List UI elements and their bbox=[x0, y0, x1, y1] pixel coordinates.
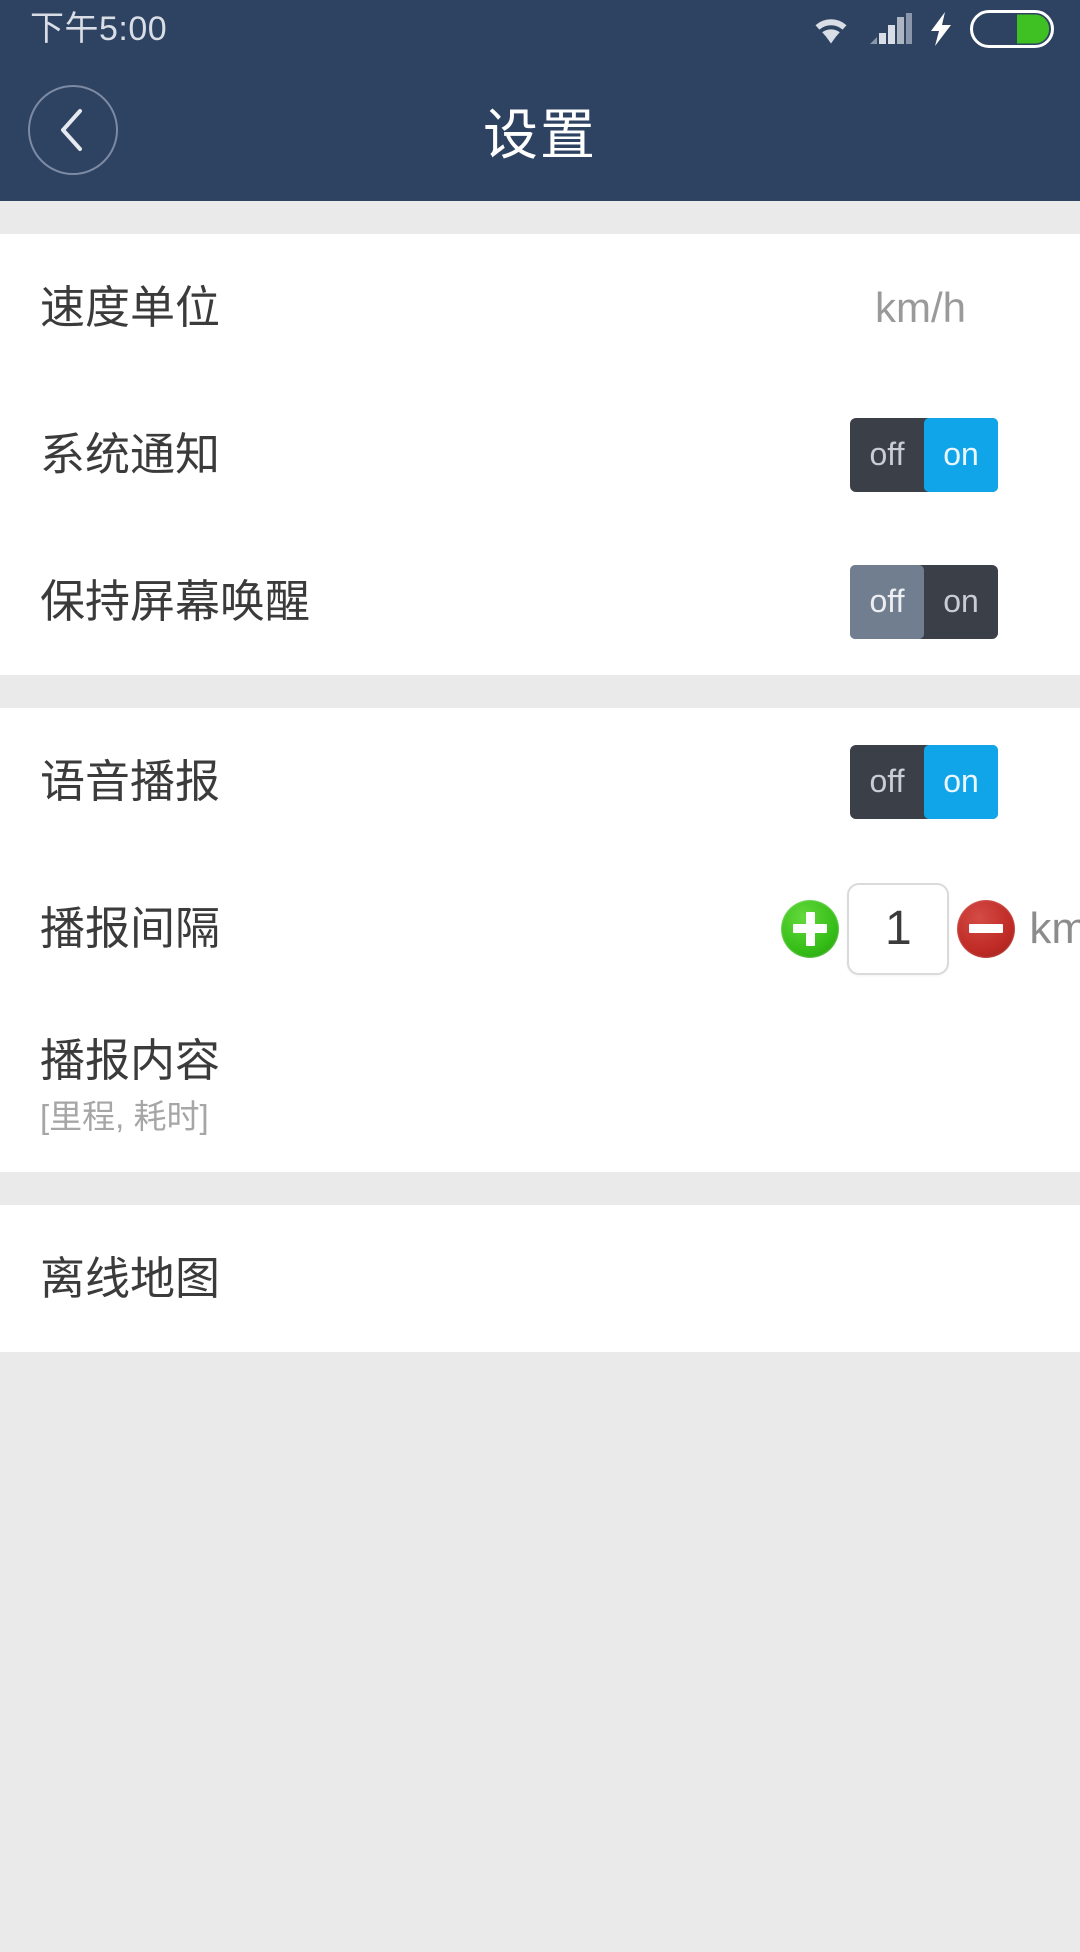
status-bar-icons bbox=[809, 10, 1054, 48]
row-broadcast-content[interactable]: 播报内容 [里程, 耗时] bbox=[0, 1002, 1080, 1172]
section-gap bbox=[0, 675, 1080, 708]
section-gap bbox=[0, 1172, 1080, 1205]
minus-bar-horizontal bbox=[969, 924, 1004, 933]
row-label: 语音播报 bbox=[40, 755, 221, 807]
status-bar: 下午5:00 bbox=[0, 0, 1080, 58]
row-left: 语音播报 bbox=[40, 756, 850, 808]
toggle-off-label[interactable]: off bbox=[850, 745, 924, 819]
row-left: 速度单位 bbox=[40, 282, 875, 334]
app-bar: 设置 bbox=[0, 58, 1080, 201]
toggle-wrap: off on bbox=[850, 744, 998, 819]
row-offline-map[interactable]: 离线地图 bbox=[0, 1205, 1080, 1352]
voice-broadcast-toggle[interactable]: off on bbox=[850, 744, 998, 819]
broadcast-interval-stepper: 1 km bbox=[781, 882, 1080, 975]
keep-screen-awake-toggle[interactable]: off on bbox=[850, 564, 998, 639]
settings-list: 速度单位 km/h 系统通知 off on 保持屏幕唤醒 off on 语音播报… bbox=[0, 201, 1080, 1952]
phone-screen: 下午5:00 设置 速度单位 km/h 系统通知 off on 保持屏幕唤醒 o… bbox=[0, 0, 1080, 1952]
row-system-notification[interactable]: 系统通知 off on bbox=[0, 381, 1080, 528]
signal-icon bbox=[870, 13, 912, 45]
toggle-wrap: off on bbox=[850, 564, 998, 639]
toggle-off-label[interactable]: off bbox=[850, 564, 924, 639]
settings-group-voice: 语音播报 off on 播报间隔 1 km 播报内容 [里程, 耗时] bbox=[0, 708, 1080, 1172]
row-label: 播报内容 bbox=[40, 1035, 221, 1087]
plus-bar-vertical bbox=[805, 911, 815, 946]
toggle-on-label[interactable]: on bbox=[924, 565, 998, 639]
plus-icon[interactable] bbox=[781, 899, 840, 958]
row-left: 离线地图 bbox=[40, 1253, 1042, 1305]
minus-icon[interactable] bbox=[957, 899, 1016, 958]
toggle-wrap: off on bbox=[850, 417, 998, 492]
system-notification-toggle[interactable]: off on bbox=[850, 417, 998, 492]
section-gap bbox=[0, 201, 1080, 234]
speed-unit-value: km/h bbox=[874, 283, 966, 331]
row-label: 系统通知 bbox=[40, 428, 221, 480]
settings-group-general: 速度单位 km/h 系统通知 off on 保持屏幕唤醒 off on bbox=[0, 234, 1080, 675]
row-left: 播报内容 [里程, 耗时] bbox=[40, 1035, 1042, 1139]
battery-icon bbox=[970, 10, 1054, 48]
settings-group-maps: 离线地图 bbox=[0, 1205, 1080, 1352]
status-bar-clock: 下午5:00 bbox=[30, 10, 168, 48]
row-subtitle: [里程, 耗时] bbox=[40, 1097, 209, 1135]
row-label: 播报间隔 bbox=[40, 902, 221, 954]
row-voice-broadcast[interactable]: 语音播报 off on bbox=[0, 708, 1080, 855]
row-label: 离线地图 bbox=[40, 1252, 221, 1304]
row-broadcast-interval[interactable]: 播报间隔 1 km bbox=[0, 855, 1080, 1002]
toggle-on-label[interactable]: on bbox=[924, 744, 998, 819]
charging-bolt-icon bbox=[929, 12, 953, 46]
row-label: 速度单位 bbox=[40, 281, 221, 333]
row-left: 系统通知 bbox=[40, 429, 850, 481]
row-left: 播报间隔 bbox=[40, 903, 781, 955]
row-label: 保持屏幕唤醒 bbox=[40, 575, 311, 627]
toggle-on-label[interactable]: on bbox=[924, 417, 998, 492]
broadcast-interval-unit: km bbox=[1029, 903, 1080, 953]
row-speed-unit[interactable]: 速度单位 km/h bbox=[0, 234, 1080, 381]
empty-space-below-list bbox=[0, 1352, 1080, 1952]
row-left: 保持屏幕唤醒 bbox=[40, 576, 850, 628]
row-keep-screen-awake[interactable]: 保持屏幕唤醒 off on bbox=[0, 528, 1080, 675]
broadcast-interval-input[interactable]: 1 bbox=[847, 882, 950, 975]
page-title: 设置 bbox=[482, 103, 597, 166]
wifi-icon bbox=[809, 13, 853, 45]
toggle-off-label[interactable]: off bbox=[850, 418, 924, 492]
